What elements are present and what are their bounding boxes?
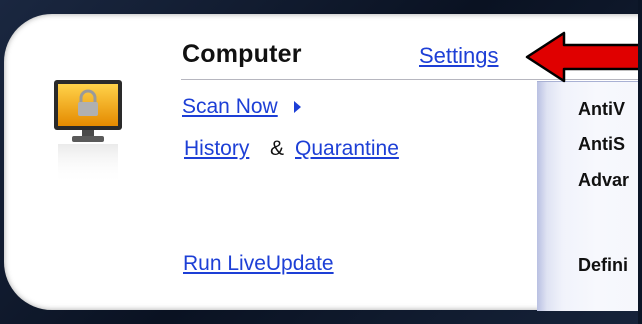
definitions-status-label: Defini [578, 255, 629, 275]
red-arrow-callout-icon [525, 31, 642, 83]
scan-now-link[interactable]: Scan Now [182, 95, 278, 119]
history-link[interactable]: History [184, 137, 249, 161]
advanced-status-label: Advar [578, 170, 630, 190]
settings-link[interactable]: Settings [419, 43, 499, 69]
antivirus-status-label: AntiV [578, 99, 625, 119]
locked-monitor-icon [54, 80, 122, 184]
window-edge [638, 0, 642, 324]
app-window: Computer Settings Scan Now History & Qua… [0, 0, 642, 324]
ampersand-text: & [270, 137, 285, 160]
quarantine-link[interactable]: Quarantine [295, 137, 399, 161]
section-title: Computer [182, 40, 302, 68]
antispyware-status-label: AntiS [578, 134, 625, 154]
triangle-right-icon[interactable] [294, 101, 301, 113]
run-liveupdate-link[interactable]: Run LiveUpdate [183, 252, 334, 276]
